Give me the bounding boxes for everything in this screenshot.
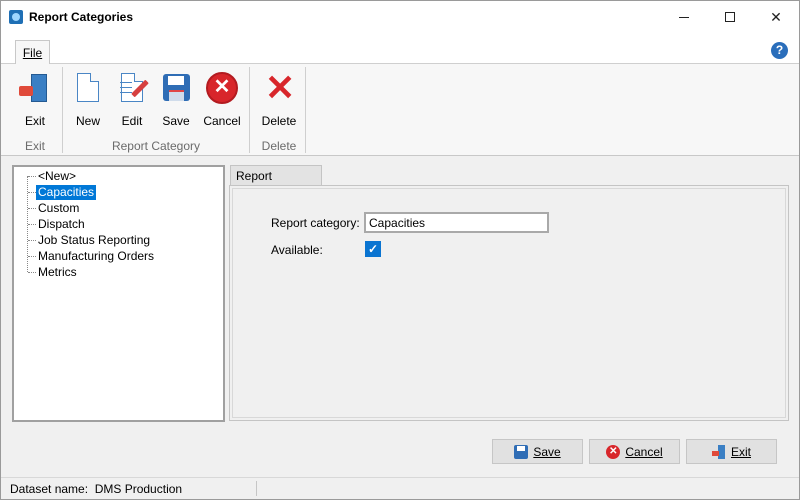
save-button-label: Save [533, 444, 561, 459]
help-icon[interactable]: ? [771, 42, 788, 59]
delete-label: Delete [261, 114, 297, 128]
save-ribbon-label: Save [162, 114, 190, 128]
exit-door-icon [711, 444, 726, 459]
cancel-ribbon-label: Cancel [203, 114, 241, 128]
tree-item-manufacturing-orders[interactable]: Manufacturing Orders [36, 249, 156, 264]
exit-button-label: Exit [730, 444, 751, 459]
close-button[interactable]: ✕ [753, 1, 799, 33]
tree-connector [28, 208, 36, 209]
tree-connector [28, 224, 36, 225]
delete-x-icon: ✕ [265, 67, 296, 108]
available-checkbox[interactable]: ✓ [365, 241, 381, 257]
file-tab[interactable]: File [15, 40, 50, 65]
app-icon [9, 10, 23, 24]
group-label-exit: Exit [24, 139, 45, 153]
exit-ribbon-label: Exit [24, 114, 45, 128]
exit-door-icon [19, 72, 51, 104]
edit-button[interactable]: Edit [110, 68, 154, 128]
edit-label: Edit [121, 114, 143, 128]
minimize-button[interactable] [661, 1, 707, 33]
cancel-button[interactable]: ✕ Cancel [589, 439, 680, 464]
tree-connector [28, 176, 36, 177]
ribbon-separator [305, 67, 306, 153]
new-document-icon [72, 72, 104, 104]
checkmark-icon: ✓ [367, 242, 379, 256]
save-button[interactable]: Save [492, 439, 583, 464]
ribbon-separator [62, 67, 63, 153]
tree-item-new[interactable]: <New> [36, 169, 78, 184]
tree-item-custom[interactable]: Custom [36, 201, 81, 216]
minimize-icon [679, 16, 689, 18]
ribbon-tab-strip: File ? [1, 34, 799, 65]
exit-ribbon-button[interactable]: Exit [13, 68, 57, 128]
cancel-button-label: Cancel [625, 444, 663, 459]
tree-connector [28, 192, 36, 193]
new-label: New [75, 114, 100, 128]
ribbon-separator [249, 67, 250, 153]
available-label: Available: [271, 243, 323, 257]
tree-item-capacities[interactable]: Capacities [36, 185, 97, 200]
save-ribbon-button[interactable]: Save [154, 68, 198, 128]
report-category-input[interactable] [364, 212, 549, 233]
close-icon: ✕ [770, 8, 782, 25]
cancel-circle-icon: ✕ [206, 72, 238, 104]
cancel-circle-icon: ✕ [606, 444, 621, 459]
tree-item-dispatch[interactable]: Dispatch [36, 217, 87, 232]
tab-report-category[interactable]: Report Category [230, 165, 322, 197]
tree-item-metrics[interactable]: Metrics [36, 265, 79, 280]
floppy-disk-icon [514, 444, 529, 459]
tree-item-job-status-reporting[interactable]: Job Status Reporting [36, 233, 152, 248]
status-separator [256, 481, 257, 496]
report-category-label: Report category: [271, 216, 360, 230]
window-title: Report Categories [29, 10, 134, 24]
report-categories-window: Report Categories ✕ File ? Exit Exit New [0, 0, 800, 500]
tree-connector [28, 240, 36, 241]
tree-connector [28, 256, 36, 257]
dataset-name-status: Dataset name: DMS Production [10, 482, 183, 496]
edit-document-icon [116, 72, 149, 104]
maximize-button[interactable] [707, 1, 753, 33]
category-tree[interactable]: <New> Capacities Custom Dispatch Job Sta… [12, 165, 225, 422]
ribbon: Exit Exit New Edit Save ✕ Cancel Report … [1, 64, 799, 156]
cancel-ribbon-button[interactable]: ✕ Cancel [200, 68, 244, 128]
title-bar: Report Categories ✕ [1, 1, 799, 34]
new-button[interactable]: New [66, 68, 110, 128]
delete-button[interactable]: ✕ Delete [257, 67, 301, 129]
floppy-disk-icon [160, 72, 192, 104]
group-label-delete: Delete [261, 139, 297, 153]
group-label-report-category: Report Category [111, 139, 201, 153]
status-bar: Dataset name: DMS Production [1, 477, 799, 499]
exit-button[interactable]: Exit [686, 439, 777, 464]
tree-connector [28, 272, 36, 273]
maximize-icon [725, 12, 735, 22]
